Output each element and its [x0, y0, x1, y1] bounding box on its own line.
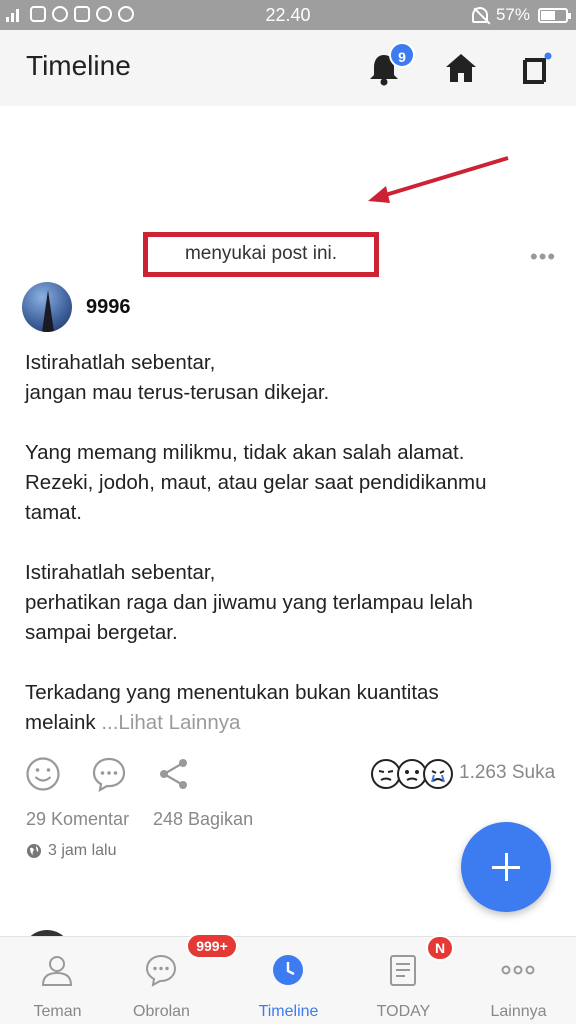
nav-lainnya[interactable]: Lainnya [461, 937, 576, 1024]
page-title: Timeline [26, 50, 131, 81]
post-line: Istirahatlah sebentar, [25, 561, 216, 584]
nav-label: Teman [33, 1003, 82, 1020]
reaction-faces-icon[interactable] [370, 756, 454, 792]
globe-icon [27, 844, 41, 858]
battery-percent: 57% [495, 5, 530, 24]
create-post-button[interactable] [461, 822, 551, 912]
app-header: Timeline 9 [0, 30, 576, 106]
like-count[interactable]: 1.263 Suka [459, 762, 555, 784]
activity-text: menyukai post ini. [184, 243, 338, 264]
nav-teman[interactable]: Teman [0, 937, 115, 1024]
react-smiley-icon[interactable] [25, 756, 61, 792]
mute-icon [471, 7, 488, 23]
post-options-button[interactable]: ••• [530, 244, 556, 270]
compose-square-icon[interactable] [522, 52, 552, 84]
post-line: jangan mau terus-terusan dikejar. [25, 381, 330, 404]
post-line: Istirahatlah sebentar, [25, 351, 216, 374]
nav-obrolan[interactable]: Obrolan 999+ [104, 933, 238, 1024]
nav-label: Lainnya [490, 1003, 547, 1020]
post-line: Terkadang yang menentukan bukan kuantita… [25, 681, 439, 704]
author-name[interactable]: 9996 [86, 296, 131, 319]
post-line: perhatikan raga dan jiwamu yang terlampa… [25, 591, 473, 614]
post-line: Yang memang milikmu, tidak akan salah al… [25, 441, 465, 464]
post-line-text: melaink [25, 711, 96, 734]
nav-label: TODAY [376, 1003, 431, 1020]
nav-label: Obrolan [133, 1003, 190, 1020]
post-line: tamat. [25, 501, 82, 524]
annotation-arrow [368, 156, 509, 203]
home-icon[interactable] [444, 52, 478, 84]
notification-badge: 9 [389, 42, 415, 68]
see-more-link[interactable]: ...Lihat Lainnya [101, 711, 240, 734]
post-text: Istirahatlah sebentar, jangan mau terus-… [25, 348, 555, 738]
person-icon [41, 956, 73, 986]
share-count[interactable]: 248 Bagikan [153, 809, 253, 830]
document-icon [390, 955, 416, 986]
chat-icon [145, 954, 177, 987]
post-time: 3 jam lalu [48, 842, 117, 859]
post-line: sampai bergetar. [25, 621, 178, 644]
battery-icon [538, 7, 571, 23]
post-line: Rezeki, jodoh, maut, atau gelar saat pen… [25, 471, 487, 494]
nav-label: Timeline [258, 1003, 319, 1020]
author-avatar[interactable] [22, 282, 72, 332]
status-bar: 22.40 57% [0, 0, 576, 30]
clock-icon [273, 955, 303, 985]
nav-timeline[interactable]: Timeline [231, 937, 346, 1024]
comment-count[interactable]: 29 Komentar [26, 809, 129, 830]
nav-today[interactable]: TODAY N [346, 935, 461, 1024]
comment-icon[interactable] [91, 756, 127, 792]
bottom-nav: Teman Obrolan 999+ Timeline TODAY N Lain… [0, 933, 576, 1024]
more-icon [501, 965, 535, 975]
share-icon[interactable] [156, 756, 192, 792]
today-badge: N [426, 935, 454, 961]
post-line-last: melaink ...Lihat Lainnya [25, 708, 555, 738]
